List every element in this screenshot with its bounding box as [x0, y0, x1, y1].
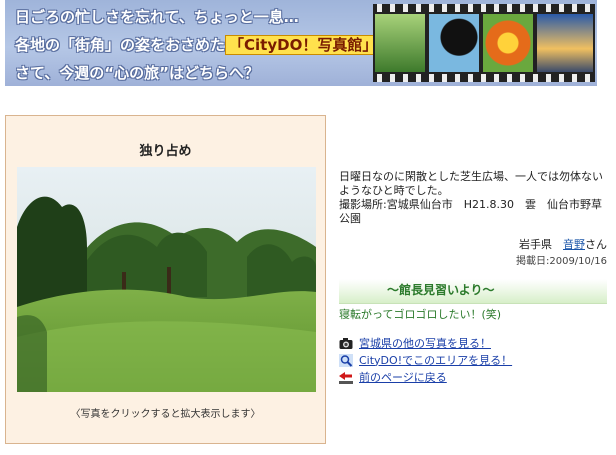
comment-header-text: ～館長見習いより～: [387, 283, 495, 297]
park-photo: [17, 167, 316, 392]
banner-line-2-prefix: 各地の「街角」の姿をおさめた: [15, 36, 226, 54]
film-frame-flower: [483, 14, 533, 72]
photo-details: 日曜日なのに閑散とした芝生広場、一人では勿体ないようなひと時でした。 撮影場所:…: [339, 170, 607, 387]
author-suffix: さん: [585, 238, 607, 251]
author-line: 岩手県 音野さん: [339, 238, 607, 252]
filmstrip-holes-bottom: [373, 74, 595, 82]
photo-thumbnail[interactable]: [17, 167, 316, 392]
header-banner: 日ごろの忙しさを忘れて、ちょっと一息… 各地の「街角」の姿をおさめた 「CityD…: [5, 0, 597, 86]
film-frame-sunset: [537, 14, 593, 72]
back-link[interactable]: 前のページに戻る: [359, 371, 447, 385]
banner-brand-label: 「CityDO！写真館」: [225, 35, 374, 55]
link-row-back: 前のページに戻る: [339, 370, 607, 385]
link-list: 宮城県の他の写真を見る！ CityDO!でこのエリアを見る！ 前のページに戻る: [339, 336, 607, 385]
photo-title: 独り占め: [139, 144, 192, 159]
film-frame-leaf: [375, 14, 425, 72]
comment-text: 寝転がってゴロゴロしたい！(笑): [339, 308, 502, 321]
author-name-link[interactable]: 音野: [563, 238, 585, 251]
post-date: 掲載日:2009/10/16: [515, 256, 607, 267]
link-row-area: CityDO!でこのエリアを見る！: [339, 353, 607, 368]
magnifier-icon: [339, 354, 353, 367]
comment-header: ～館長見習いより～: [339, 279, 607, 304]
link-row-other-photos: 宮城県の他の写真を見る！: [339, 336, 607, 351]
banner-filmstrip-image: [373, 4, 595, 82]
photo-caption: 〈写真をクリックすると拡大表示します〉: [70, 409, 261, 420]
banner-line-1: 日ごろの忙しさを忘れて、ちょっと一息…: [15, 8, 299, 26]
banner-line-2: 各地の「街角」の姿をおさめた「CityDO！写真館」。: [15, 34, 389, 55]
other-photos-link[interactable]: 宮城県の他の写真を見る！: [359, 337, 491, 351]
photo-panel: 独り占め 〈写真をクリックすると拡大表示します〉: [5, 115, 326, 444]
camera-icon: [339, 338, 353, 349]
back-arrow-icon: [339, 372, 353, 384]
film-frame-butterfly: [429, 14, 479, 72]
photo-description: 日曜日なのに閑散とした芝生広場、一人では勿体ないようなひと時でした。 撮影場所:…: [339, 170, 607, 226]
description-text: 日曜日なのに閑散とした芝生広場、一人では勿体ないようなひと時でした。: [339, 170, 603, 197]
filmstrip-holes-top: [373, 4, 595, 12]
author-prefecture: 岩手県: [519, 238, 552, 251]
banner-line-3: さて、今週の“心の旅”はどちらへ？: [15, 64, 259, 82]
area-link[interactable]: CityDO!でこのエリアを見る！: [359, 354, 512, 368]
location-text: 撮影場所:宮城県仙台市 H21.8.30 雲 仙台市野草公園: [339, 198, 602, 225]
